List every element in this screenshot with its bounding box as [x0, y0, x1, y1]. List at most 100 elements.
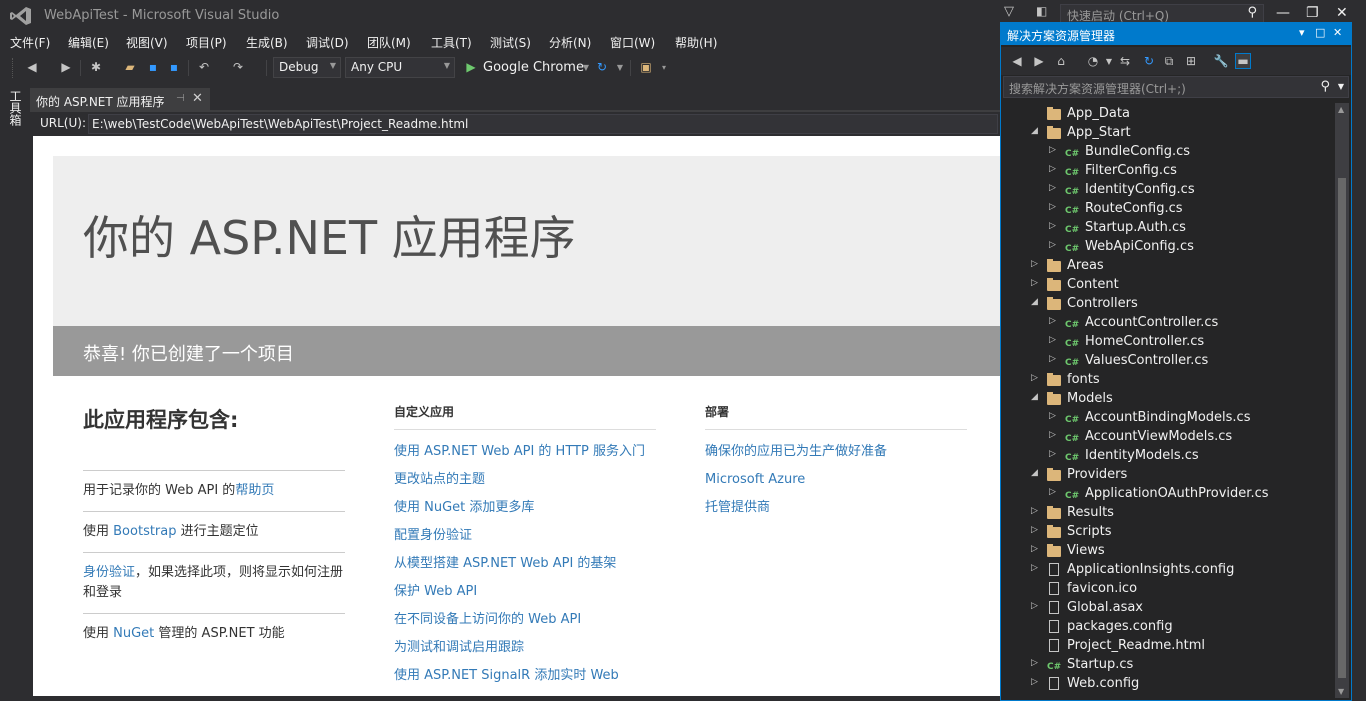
tree-node[interactable]: Project_Readme.html [1031, 637, 1331, 656]
chevron-down-icon[interactable]: ▼ [612, 59, 628, 75]
page-link[interactable]: 使用 NuGet 添加更多库 [394, 498, 656, 526]
collapse-all-icon[interactable]: ⧉ [1161, 53, 1177, 69]
restore-icon[interactable]: ❐ [1306, 5, 1319, 21]
scroll-down-icon[interactable]: ▼ [1338, 687, 1344, 696]
solution-config-dropdown[interactable]: Debug ▼ [273, 57, 341, 78]
collapsed-arrow-icon[interactable]: ▷ [1049, 164, 1059, 174]
collapsed-arrow-icon[interactable]: ▷ [1049, 145, 1059, 155]
tree-node[interactable]: ▷ C# BundleConfig.cs [1049, 143, 1335, 162]
back-icon[interactable]: ◀ [24, 59, 40, 75]
tree-node[interactable]: ◢ Controllers [1031, 295, 1331, 314]
close-window-icon[interactable]: ✕ [1336, 5, 1348, 21]
tree-node[interactable]: ▷ C# ApplicationOAuthProvider.cs [1049, 485, 1335, 504]
collapsed-arrow-icon[interactable]: ▷ [1049, 316, 1059, 326]
page-link[interactable]: Microsoft Azure [705, 470, 967, 498]
browser-link-icon[interactable]: ▣ [638, 59, 654, 75]
undo-icon[interactable]: ↶ [196, 59, 212, 75]
collapsed-arrow-icon[interactable]: ▷ [1031, 658, 1041, 668]
tree-node[interactable]: ▷ C# Startup.Auth.cs [1049, 219, 1335, 238]
pending-changes-icon[interactable]: ◔ [1085, 53, 1101, 69]
tree-node[interactable]: ▷ Views [1031, 542, 1331, 561]
page-link[interactable]: 使用 ASP.NET Web API 的 HTTP 服务入门 [394, 442, 656, 470]
collapsed-arrow-icon[interactable]: ▷ [1049, 449, 1059, 459]
tree-node[interactable]: ▷ Results [1031, 504, 1331, 523]
solution-platform-dropdown[interactable]: Any CPU ▼ [345, 57, 455, 78]
collapsed-arrow-icon[interactable]: ▷ [1031, 373, 1041, 383]
page-link[interactable]: 使用 ASP.NET SignalR 添加实时 Web [394, 666, 656, 694]
menu-item[interactable]: 帮助(H) [675, 34, 717, 51]
show-all-files-icon[interactable]: ⊞ [1183, 53, 1199, 69]
collapsed-arrow-icon[interactable]: ▷ [1031, 677, 1041, 687]
run-target-label[interactable]: Google Chrome [483, 60, 584, 75]
tab-project-readme[interactable]: 你的 ASP.NET 应用程序 ⊣ ✕ [30, 88, 210, 110]
expanded-arrow-icon[interactable]: ◢ [1031, 468, 1041, 478]
page-link[interactable]: 更改站点的主题 [394, 470, 656, 498]
forward-icon[interactable]: ▶ [1031, 53, 1047, 69]
refresh-icon[interactable]: ↻ [1141, 53, 1157, 69]
forward-icon[interactable]: ▶ [58, 59, 74, 75]
tree-node[interactable]: ◢ Providers [1031, 466, 1331, 485]
search-icon[interactable]: ⚲ [1247, 5, 1257, 20]
tree-node[interactable]: ▷ Global.asax [1031, 599, 1331, 618]
url-input[interactable]: E:\web\TestCode\WebApiTest\WebApiTest\Pr… [88, 114, 998, 134]
collapsed-arrow-icon[interactable]: ▷ [1031, 506, 1041, 516]
collapsed-arrow-icon[interactable]: ▷ [1031, 544, 1041, 554]
item-link[interactable]: 帮助页 [235, 483, 274, 498]
tree-node[interactable]: ◢ Models [1031, 390, 1331, 409]
collapsed-arrow-icon[interactable]: ▷ [1049, 430, 1059, 440]
save-icon[interactable]: ▪ [145, 59, 161, 75]
menu-item[interactable]: 工具(T) [431, 34, 472, 51]
solution-explorer-header[interactable]: 解决方案资源管理器 ▾ □ ✕ [1001, 23, 1351, 45]
collapsed-arrow-icon[interactable]: ▷ [1049, 240, 1059, 250]
tree-node[interactable]: ◢ App_Start [1031, 124, 1331, 143]
collapsed-arrow-icon[interactable]: ▷ [1031, 601, 1041, 611]
page-link[interactable]: 托管提供商 [705, 498, 967, 526]
menu-item[interactable]: 团队(M) [367, 34, 411, 51]
save-all-icon[interactable]: ▪ [166, 59, 182, 75]
collapsed-arrow-icon[interactable]: ▷ [1031, 278, 1041, 288]
tree-node[interactable]: ▷ C# FilterConfig.cs [1049, 162, 1335, 181]
preview-selected-icon[interactable]: ▬ [1235, 53, 1251, 69]
collapsed-arrow-icon[interactable]: ▷ [1049, 411, 1059, 421]
properties-wrench-icon[interactable]: 🔧 [1213, 53, 1229, 69]
menu-item[interactable]: 测试(S) [490, 34, 531, 51]
sync-icon[interactable]: ⇆ [1117, 53, 1133, 69]
collapsed-arrow-icon[interactable]: ▷ [1049, 335, 1059, 345]
tree-node[interactable]: ▷ Scripts [1031, 523, 1331, 542]
collapsed-arrow-icon[interactable]: ▷ [1049, 221, 1059, 231]
chevron-down-icon[interactable]: ▾ [1299, 26, 1305, 39]
menu-item[interactable]: 文件(F) [10, 34, 50, 51]
item-link[interactable]: NuGet [113, 626, 154, 641]
tree-node[interactable]: ▷ C# HomeController.cs [1049, 333, 1335, 352]
toolbar-overflow-icon[interactable]: ▾ [656, 59, 672, 75]
search-icon[interactable]: ⚲ [1320, 79, 1330, 94]
page-link[interactable]: 从模型搭建 ASP.NET Web API 的基架 [394, 554, 656, 582]
pin-icon[interactable]: ⊣ [176, 93, 185, 104]
menu-item[interactable]: 窗口(W) [610, 34, 655, 51]
page-link[interactable]: 为测试和调试启用跟踪 [394, 638, 656, 666]
collapsed-arrow-icon[interactable]: ▷ [1031, 259, 1041, 269]
page-link[interactable]: 在不同设备上访问你的 Web API [394, 610, 656, 638]
menu-item[interactable]: 调试(D) [306, 34, 349, 51]
feedback-icon[interactable]: ◧ [1036, 4, 1047, 18]
menu-item[interactable]: 编辑(E) [68, 34, 109, 51]
quick-launch-input[interactable]: 快速启动 (Ctrl+Q) ⚲ [1060, 4, 1264, 24]
expanded-arrow-icon[interactable]: ◢ [1031, 297, 1041, 307]
collapsed-arrow-icon[interactable]: ▷ [1049, 487, 1059, 497]
collapsed-arrow-icon[interactable]: ▷ [1031, 525, 1041, 535]
tree-node[interactable]: ▷ C# AccountController.cs [1049, 314, 1335, 333]
refresh-browser-icon[interactable]: ↻ [594, 59, 610, 75]
page-link[interactable]: 确保你的应用已为生产做好准备 [705, 442, 967, 470]
tree-node[interactable]: ▷ C# AccountBindingModels.cs [1049, 409, 1335, 428]
item-link[interactable]: 身份验证 [83, 565, 135, 580]
collapsed-arrow-icon[interactable]: ▷ [1049, 183, 1059, 193]
home-icon[interactable]: ⌂ [1053, 53, 1069, 69]
tree-node[interactable]: ▷ Content [1031, 276, 1331, 295]
toolbar-grip[interactable] [12, 58, 16, 78]
tree-node[interactable]: App_Data [1031, 105, 1331, 124]
minimize-icon[interactable]: — [1276, 5, 1290, 21]
item-link[interactable]: Bootstrap [113, 524, 176, 539]
chevron-down-icon[interactable]: ▼ [1101, 53, 1117, 69]
expanded-arrow-icon[interactable]: ◢ [1031, 392, 1041, 402]
collapsed-arrow-icon[interactable]: ▷ [1031, 563, 1041, 573]
